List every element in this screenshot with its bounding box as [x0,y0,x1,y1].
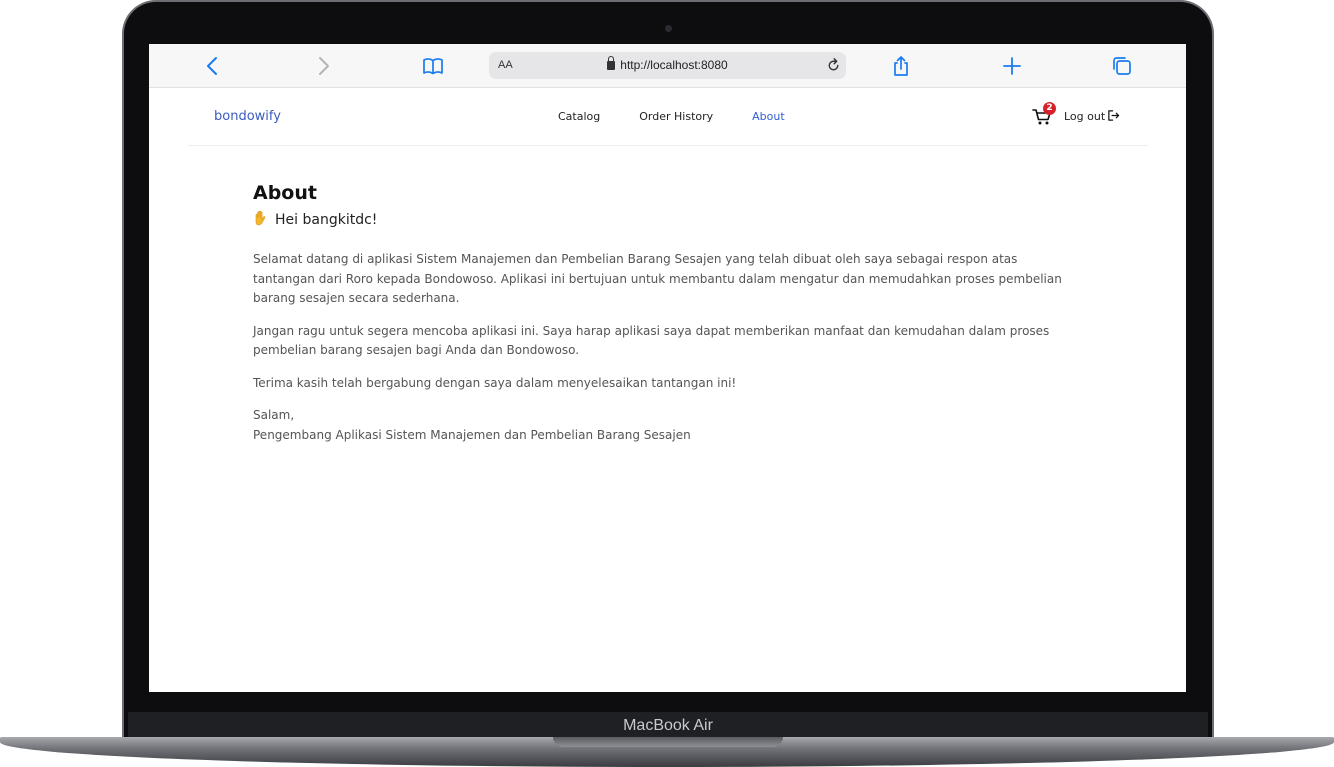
greeting: Hei bangkitdc! [253,210,1073,228]
screen: AA http://localhost:8080 bondowify Catal… [149,44,1186,692]
app-navbar: bondowify Catalog Order History About 2 … [188,88,1148,146]
cart-count-badge: 2 [1043,102,1056,115]
url-text: http://localhost:8080 [620,58,728,72]
nav-link-catalog[interactable]: Catalog [558,88,600,146]
page-title: About [253,182,317,204]
about-paragraph-2: Jangan ragu untuk segera mencoba aplikas… [253,323,1050,358]
reload-icon[interactable] [825,57,842,74]
logout-button[interactable]: Log out [1064,88,1120,146]
camera-dot [665,25,672,32]
share-icon[interactable] [889,54,913,78]
lock-icon [607,56,616,70]
logout-icon [1107,90,1120,121]
nav-link-order-history[interactable]: Order History [639,88,713,146]
bookmarks-icon[interactable] [421,54,445,78]
greeting-text: Hei bangkitdc! [275,212,378,228]
brand-logo[interactable]: bondowify [214,88,281,146]
laptop-notch [553,737,783,747]
nav-link-about[interactable]: About [752,88,785,146]
url-display: http://localhost:8080 [489,52,846,79]
about-paragraph-3: Terima kasih telah bergabung dengan saya… [253,375,737,390]
model-label: MacBook Air [623,717,713,734]
closing-salutation: Salam, [253,408,295,422]
back-icon[interactable] [201,54,225,78]
logout-label: Log out [1064,110,1106,123]
nav-links: Catalog Order History About [558,88,824,146]
tabs-overview-icon[interactable] [1110,54,1134,78]
signature: Pengembang Aplikasi Sistem Manajemen dan… [253,427,691,442]
new-tab-icon[interactable] [1000,54,1024,78]
waving-hand-icon [253,210,268,226]
browser-toolbar: AA http://localhost:8080 [149,44,1186,88]
about-paragraph-1: Selamat datang di aplikasi Sistem Manaje… [253,252,1062,305]
about-section: About Hei bangkitdc! Selamat datang di a… [253,182,1073,445]
forward-icon[interactable] [311,54,335,78]
address-bar[interactable]: AA http://localhost:8080 [489,52,846,79]
